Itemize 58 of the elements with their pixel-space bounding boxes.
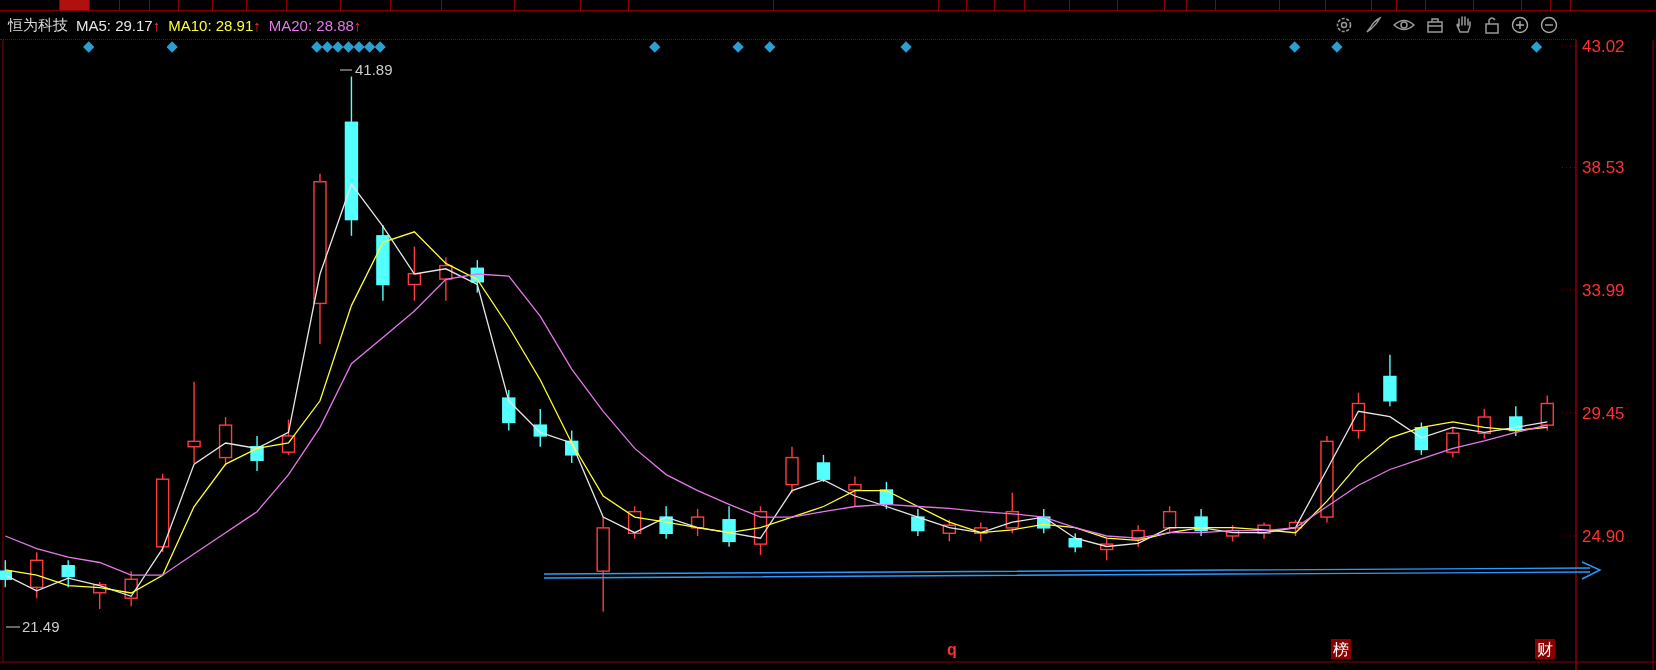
- up-arrow-label: ↑: [353, 16, 362, 34]
- moving-average-label: MA10: 28.91: [168, 16, 254, 34]
- diamond-marker[interactable]: [83, 41, 95, 53]
- diamond-marker[interactable]: [900, 41, 912, 53]
- low-price-label: 21.49: [22, 618, 60, 635]
- high-price-label: 41.89: [355, 61, 393, 78]
- candlestick: [407, 245, 422, 302]
- candlestick: [911, 508, 925, 537]
- price-axis-label: 38.53: [1582, 158, 1625, 178]
- diamond-marker[interactable]: [374, 41, 386, 53]
- hand-icon[interactable]: [1455, 15, 1473, 35]
- candlestick: [0, 559, 12, 589]
- diamond-marker[interactable]: [649, 41, 661, 53]
- stock-name: 恒为科技: [8, 15, 68, 35]
- diamond-marker[interactable]: [1289, 41, 1301, 53]
- candlestick: [187, 381, 201, 464]
- tab[interactable]: [60, 0, 90, 10]
- diamond-marker[interactable]: [1331, 41, 1343, 53]
- event-marker-label[interactable]: q: [947, 641, 957, 658]
- unlocked-padlock-icon[interactable]: [1484, 16, 1500, 34]
- zoom-out-icon[interactable]: [1540, 16, 1558, 34]
- moving-average-label: MA20: 28.88: [268, 16, 354, 34]
- candlestick: [1446, 427, 1460, 459]
- toolbox-icon[interactable]: [1426, 16, 1444, 34]
- price-axis-label: 29.45: [1582, 403, 1625, 423]
- event-tag[interactable]: 财: [1535, 639, 1555, 659]
- candlestick: [1068, 532, 1082, 553]
- diamond-marker[interactable]: [342, 41, 355, 53]
- diamond-marker[interactable]: [1530, 41, 1543, 53]
- diamond-marker[interactable]: [332, 41, 344, 53]
- price-axis-label: 33.99: [1582, 281, 1625, 301]
- candlestick: [879, 481, 894, 510]
- diamond-marker[interactable]: [321, 41, 333, 53]
- leader-line: [5, 626, 21, 628]
- candlestick: [1540, 394, 1554, 432]
- candlestick: [722, 505, 736, 548]
- candlestick: [281, 419, 296, 456]
- candlestick: [816, 454, 831, 483]
- up-arrow-label: ↑: [152, 16, 161, 34]
- candlestick: [1162, 505, 1177, 534]
- brush-icon[interactable]: [1364, 16, 1382, 34]
- diamond-marker[interactable]: [166, 41, 178, 53]
- price-axis-label: 43.02: [1582, 40, 1625, 56]
- price-axis-label: 24.90: [1582, 527, 1625, 546]
- diamond-marker[interactable]: [311, 41, 323, 53]
- moving-average-label: MA5: 29.17: [76, 16, 153, 34]
- candlestick: [61, 559, 75, 589]
- diamond-marker[interactable]: [732, 41, 744, 53]
- diamond-marker[interactable]: [363, 41, 376, 53]
- event-tag[interactable]: 榜: [1331, 639, 1351, 659]
- diamond-marker[interactable]: [353, 41, 365, 53]
- candlestick: [690, 508, 705, 537]
- leader-line: [339, 69, 353, 71]
- diamond-marker[interactable]: [764, 41, 776, 53]
- up-arrow-label: ↑: [253, 16, 261, 34]
- settings-icon[interactable]: [1335, 16, 1353, 34]
- zoom-in-icon[interactable]: [1511, 16, 1529, 34]
- candlestick: [848, 475, 862, 507]
